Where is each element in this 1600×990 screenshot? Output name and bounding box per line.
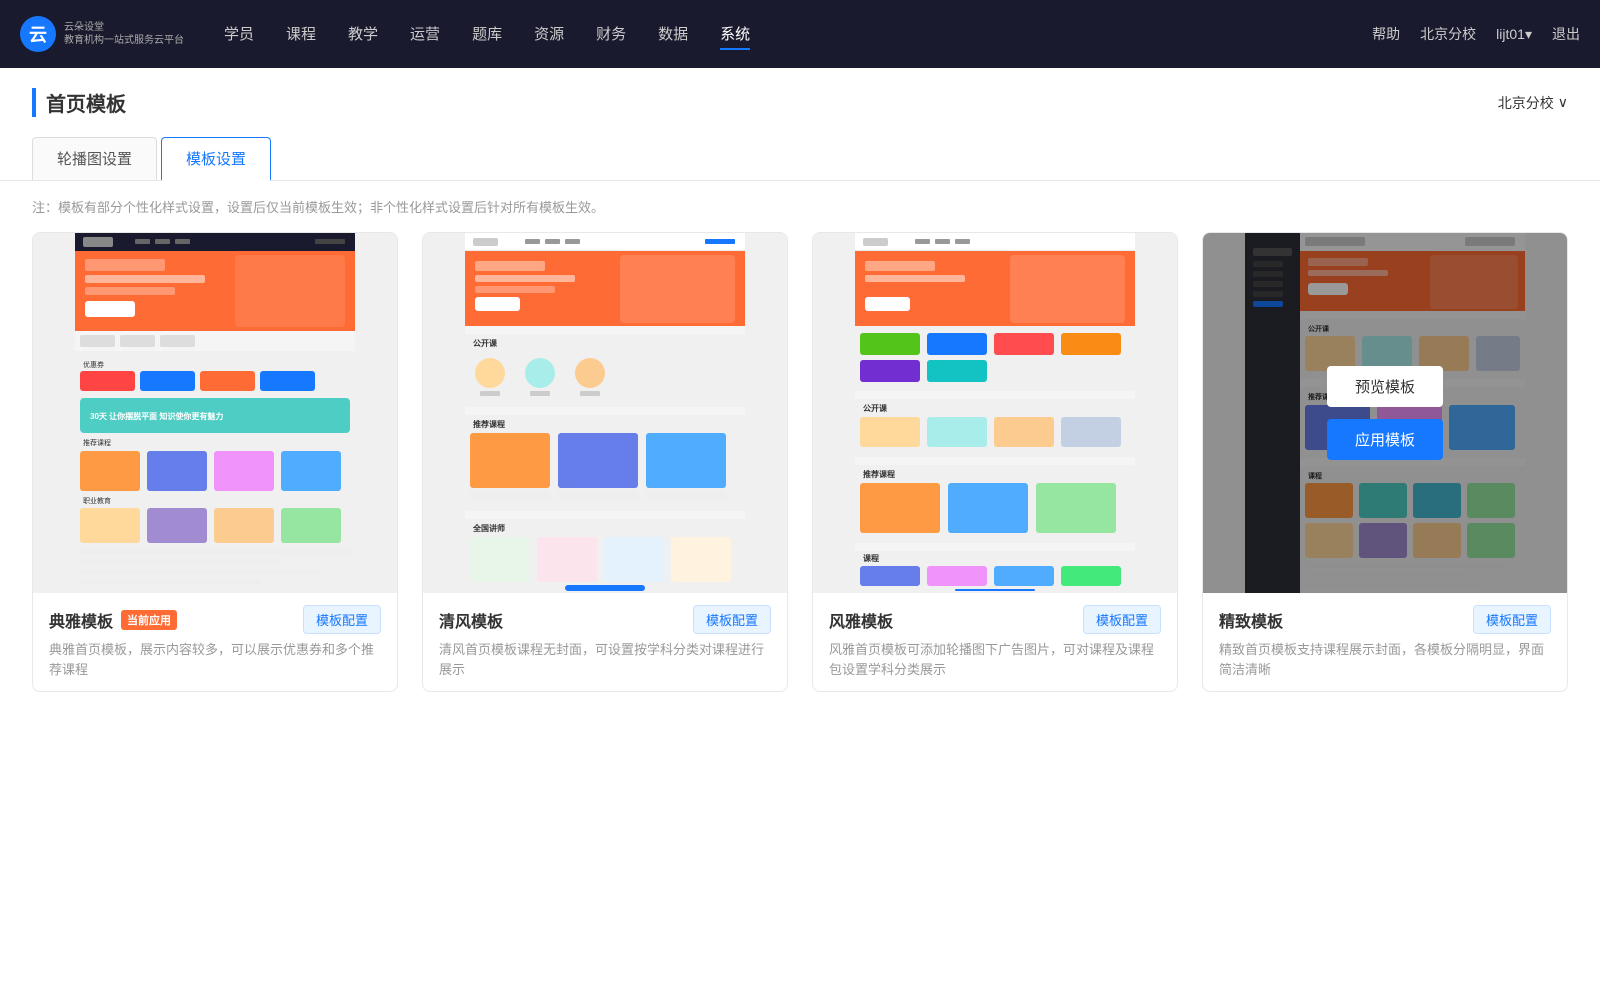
nav-item-学员[interactable]: 学员 — [224, 19, 254, 50]
nav-item-课程[interactable]: 课程 — [286, 19, 316, 50]
main-content: 首页模板 北京分校 ∨ 轮播图设置模板设置 注：模板有部分个性化样式设置，设置后… — [0, 68, 1600, 990]
nav-right-帮助[interactable]: 帮助 — [1372, 24, 1400, 44]
template-name-row-qingfeng: 清风模板 模板配置 — [439, 605, 771, 634]
logo-text: 云朵设堂 教育机构一站式服务云平台 — [64, 21, 184, 47]
logo: 云 云朵设堂 教育机构一站式服务云平台 — [20, 16, 184, 52]
config-button-dianyan[interactable]: 模板配置 — [303, 605, 381, 634]
template-name-row-jingzhi: 精致模板 模板配置 — [1219, 605, 1551, 634]
note-text: 注：模板有部分个性化样式设置，设置后仅当前模板生效；非个性化样式设置后针对所有模… — [0, 181, 1600, 232]
template-desc-qingfeng: 清风首页模板课程无封面，可设置按学科分类对课程进行展示 — [439, 640, 771, 679]
template-desc-dianyan: 典雅首页模板，展示内容较多，可以展示优惠券和多个推荐课程 — [49, 640, 381, 679]
preview-button-fengya[interactable]: 预览模板 — [937, 366, 1053, 407]
template-name-row-fengya: 风雅模板 模板配置 — [829, 605, 1161, 634]
template-info-dianyan: 典雅模板当前应用 模板配置典雅首页模板，展示内容较多，可以展示优惠券和多个推荐课程 — [33, 593, 397, 691]
template-preview-fengya[interactable]: 公开课 推荐课程 课程 预览模板应用模板 — [813, 233, 1177, 593]
template-desc-jingzhi: 精致首页模板支持课程展示封面，各模板分隔明显，界面简洁清晰 — [1219, 640, 1551, 679]
apply-button-jingzhi[interactable]: 应用模板 — [1327, 419, 1443, 460]
nav-right-退出[interactable]: 退出 — [1552, 24, 1580, 44]
template-info-qingfeng: 清风模板 模板配置清风首页模板课程无封面，可设置按学科分类对课程进行展示 — [423, 593, 787, 691]
config-button-jingzhi[interactable]: 模板配置 — [1473, 605, 1551, 634]
template-preview-qingfeng[interactable]: 公开课 推荐课程 全国讲师 — [423, 233, 787, 593]
template-name-label-fengya: 风雅模板 — [829, 608, 893, 632]
template-preview-dianyan[interactable]: 优惠券 30天 让你摆脱平面 知识使你更有魅力 推荐课程 职业教育 — [33, 233, 397, 593]
page-title: 首页模板 — [32, 88, 126, 117]
nav-menu: 学员 课程 教学 运营 题库 资源 财务 数据 系统 — [224, 19, 1372, 50]
branch-selector[interactable]: 北京分校 ∨ — [1498, 93, 1568, 113]
nav-right: 帮助北京分校 lijt01▾ 退出 — [1372, 24, 1580, 44]
template-name-label-dianyan: 典雅模板当前应用 — [49, 608, 177, 632]
nav-right-lijt01▾[interactable]: lijt01▾ — [1496, 26, 1532, 43]
template-preview-jingzhi[interactable]: 公开课 推荐课程 课程 — [1203, 233, 1567, 593]
template-name-row-dianyan: 典雅模板当前应用 模板配置 — [49, 605, 381, 634]
tab-模板设置[interactable]: 模板设置 — [161, 137, 271, 181]
config-button-qingfeng[interactable]: 模板配置 — [693, 605, 771, 634]
nav-item-运营[interactable]: 运营 — [410, 19, 440, 50]
tab-轮播图设置[interactable]: 轮播图设置 — [32, 137, 157, 180]
preview-button-dianyan[interactable]: 预览模板 — [157, 366, 273, 407]
template-card-jingzhi: 公开课 推荐课程 课程 — [1202, 232, 1568, 692]
nav-right-北京分校[interactable]: 北京分校 — [1420, 24, 1476, 44]
apply-button-dianyan[interactable]: 应用模板 — [157, 419, 273, 460]
template-name-label-jingzhi: 精致模板 — [1219, 608, 1283, 632]
template-desc-fengya: 风雅首页模板可添加轮播图下广告图片，可对课程及课程包设置学科分类展示 — [829, 640, 1161, 679]
current-badge-dianyan: 当前应用 — [121, 610, 177, 630]
template-card-qingfeng: 公开课 推荐课程 全国讲师 — [422, 232, 788, 692]
config-button-fengya[interactable]: 模板配置 — [1083, 605, 1161, 634]
nav-item-数据[interactable]: 数据 — [658, 19, 688, 50]
page-header: 首页模板 北京分校 ∨ — [0, 68, 1600, 117]
template-card-dianyan: 优惠券 30天 让你摆脱平面 知识使你更有魅力 推荐课程 职业教育 — [32, 232, 398, 692]
preview-button-jingzhi[interactable]: 预览模板 — [1327, 366, 1443, 407]
nav-item-财务[interactable]: 财务 — [596, 19, 626, 50]
template-card-fengya: 公开课 推荐课程 课程 预览模板应用模板风雅模板模 — [812, 232, 1178, 692]
nav-item-教学[interactable]: 教学 — [348, 19, 378, 50]
templates-grid: 优惠券 30天 让你摆脱平面 知识使你更有魅力 推荐课程 职业教育 — [0, 232, 1600, 732]
nav-item-系统[interactable]: 系统 — [720, 19, 750, 50]
preview-overlay-jingzhi: 预览模板应用模板 — [1203, 233, 1567, 593]
template-name-label-qingfeng: 清风模板 — [439, 608, 503, 632]
apply-button-qingfeng[interactable]: 应用模板 — [547, 419, 663, 460]
navbar: 云 云朵设堂 教育机构一站式服务云平台 学员 课程 教学 运营 题库 资源 财务 数据 系统 帮… — [0, 0, 1600, 68]
tabs-container: 轮播图设置模板设置 — [0, 117, 1600, 181]
preview-button-qingfeng[interactable]: 预览模板 — [547, 366, 663, 407]
apply-button-fengya[interactable]: 应用模板 — [937, 419, 1053, 460]
logo-icon: 云 — [20, 16, 56, 52]
template-info-jingzhi: 精致模板 模板配置精致首页模板支持课程展示封面，各模板分隔明显，界面简洁清晰 — [1203, 593, 1567, 691]
nav-item-题库[interactable]: 题库 — [472, 19, 502, 50]
template-info-fengya: 风雅模板 模板配置风雅首页模板可添加轮播图下广告图片，可对课程及课程包设置学科分类… — [813, 593, 1177, 691]
nav-item-资源[interactable]: 资源 — [534, 19, 564, 50]
